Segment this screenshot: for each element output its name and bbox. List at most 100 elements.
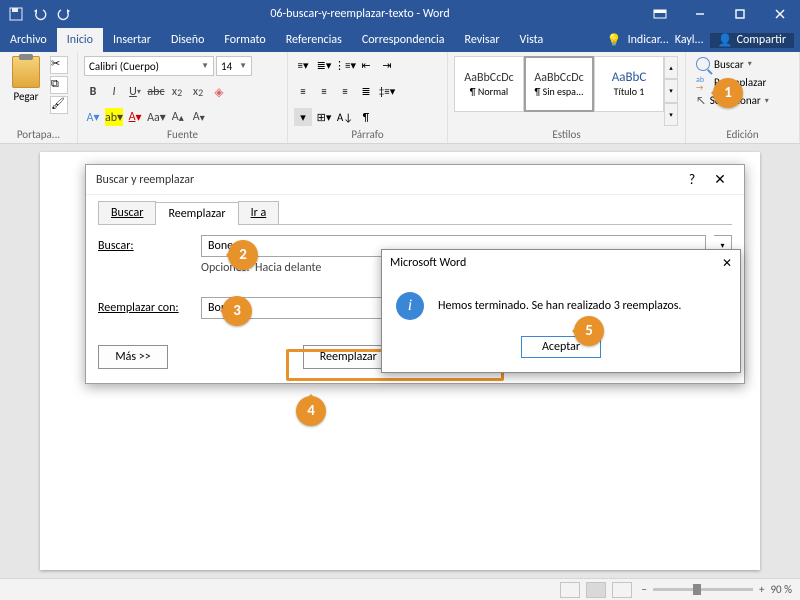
cut-button[interactable]: ✂ xyxy=(50,56,68,74)
find-icon xyxy=(696,57,710,71)
sort-button[interactable]: A↓ xyxy=(336,108,354,126)
justify-button[interactable]: ≣ xyxy=(357,82,375,100)
style-preview: AaBbCcDc xyxy=(464,71,513,85)
tab-design[interactable]: Diseño xyxy=(161,28,214,52)
decrease-indent-button[interactable]: ⇤ xyxy=(357,56,375,74)
replace-one-button[interactable]: Reemplazar xyxy=(303,345,393,369)
superscript-button[interactable]: x2 xyxy=(189,83,207,101)
callout-4: 4 xyxy=(296,396,326,426)
share-label: Compartir xyxy=(737,33,786,47)
print-layout-button[interactable] xyxy=(586,582,606,598)
tab-format[interactable]: Formato xyxy=(214,28,275,52)
underline-button[interactable]: U ▾ xyxy=(126,83,144,101)
strike-button[interactable]: abc xyxy=(147,83,165,101)
dialog-help-button[interactable]: ? xyxy=(678,171,706,188)
borders-button[interactable]: ⊞▾ xyxy=(315,108,333,126)
tab-home[interactable]: Inicio xyxy=(57,28,103,52)
tab-view[interactable]: Vista xyxy=(510,28,554,52)
style-heading1[interactable]: AaBbC Título 1 xyxy=(594,56,664,112)
callout-1: 1 xyxy=(713,78,743,108)
clear-format-button[interactable]: ◈ xyxy=(210,83,228,101)
align-right-button[interactable]: ≡ xyxy=(336,82,354,100)
show-marks-button[interactable]: ¶ xyxy=(357,108,375,126)
style-name: Título 1 xyxy=(614,85,645,98)
tab-review[interactable]: Revisar xyxy=(455,28,510,52)
dialog-tab-replace[interactable]: Reemplazar xyxy=(155,202,238,225)
replace-with-label: Reemplazar con: xyxy=(98,301,193,315)
font-color-button[interactable]: A▾ xyxy=(126,108,144,126)
dialog-tab-goto[interactable]: Ir a xyxy=(238,201,280,224)
format-painter-button[interactable]: 🖌 xyxy=(50,96,68,114)
group-font-label: Fuente xyxy=(84,126,281,141)
text-effects-button[interactable]: A▾ xyxy=(84,108,102,126)
group-clipboard-label: Portapa... xyxy=(6,126,71,141)
multilevel-button[interactable]: ⋮≡▾ xyxy=(336,56,354,74)
styles-scroll-down[interactable]: ▾ xyxy=(664,79,678,102)
dialog-close-button[interactable]: ✕ xyxy=(706,171,734,188)
save-icon[interactable] xyxy=(8,6,24,22)
paste-button[interactable]: Pegar xyxy=(6,56,46,126)
find-button[interactable]: Buscar ▾ xyxy=(692,56,773,72)
info-icon: i xyxy=(396,292,424,320)
font-size-combo[interactable]: 14▼ xyxy=(216,56,252,76)
tab-insert[interactable]: Insertar xyxy=(103,28,161,52)
callout-5: 5 xyxy=(574,316,604,346)
zoom-out-button[interactable]: − xyxy=(642,583,647,596)
user-name[interactable]: Kayl... xyxy=(675,33,704,47)
style-preview: AaBbCcDc xyxy=(534,71,583,85)
message-box: Microsoft Word ✕ i Hemos terminado. Se h… xyxy=(381,249,741,373)
tab-references[interactable]: Referencias xyxy=(276,28,352,52)
find-label: Buscar xyxy=(714,58,744,71)
group-styles-label: Estilos xyxy=(454,126,679,141)
share-button[interactable]: 👤 Compartir xyxy=(710,33,794,48)
msgbox-title: Microsoft Word xyxy=(390,256,722,270)
close-button[interactable] xyxy=(760,0,800,28)
style-normal[interactable]: AaBbCcDc ¶ Normal xyxy=(454,56,524,112)
dialog-tab-find[interactable]: Buscar xyxy=(98,201,156,224)
undo-icon[interactable] xyxy=(32,6,48,22)
font-name-combo[interactable]: Calibri (Cuerpo)▼ xyxy=(84,56,214,76)
subscript-button[interactable]: x2 xyxy=(168,83,186,101)
tell-me-icon[interactable]: 💡 xyxy=(607,33,622,48)
italic-button[interactable]: I xyxy=(105,83,123,101)
numbering-button[interactable]: ≣▾ xyxy=(315,56,333,74)
zoom-in-button[interactable]: + xyxy=(759,583,764,596)
ribbon-tabs: Archivo Inicio Insertar Diseño Formato R… xyxy=(0,28,800,52)
maximize-button[interactable] xyxy=(720,0,760,28)
callout-2: 2 xyxy=(228,240,258,270)
highlight-button[interactable]: ab▾ xyxy=(105,108,123,126)
more-button[interactable]: Más >> xyxy=(98,345,168,369)
copy-button[interactable]: ⧉ xyxy=(50,76,68,94)
align-center-button[interactable]: ≡ xyxy=(315,82,333,100)
redo-icon[interactable] xyxy=(56,6,72,22)
bullets-button[interactable]: ≡▾ xyxy=(294,56,312,74)
msgbox-close-button[interactable]: ✕ xyxy=(722,256,732,271)
tab-file[interactable]: Archivo xyxy=(0,28,57,52)
ribbon-options-icon[interactable] xyxy=(640,0,680,28)
window-title: 06-buscar-y-reemplazar-texto - Word xyxy=(80,7,640,21)
group-paragraph-label: Párrafo xyxy=(294,126,441,141)
callout-3: 3 xyxy=(222,296,252,326)
tab-mail[interactable]: Correspondencia xyxy=(352,28,455,52)
find-label: Buscar: xyxy=(98,239,193,253)
styles-expand[interactable]: ▾ xyxy=(664,103,678,126)
style-no-spacing[interactable]: AaBbCcDc ¶ Sin espa... xyxy=(524,56,594,112)
web-layout-button[interactable] xyxy=(612,582,632,598)
style-preview: AaBbC xyxy=(612,70,647,85)
change-case-button[interactable]: Aa▾ xyxy=(147,108,166,126)
align-left-button[interactable]: ≡ xyxy=(294,82,312,100)
shading-button[interactable]: ▾ xyxy=(294,108,312,126)
read-mode-button[interactable] xyxy=(560,582,580,598)
shrink-font-button[interactable]: A▾ xyxy=(190,108,208,126)
styles-scroll-up[interactable]: ▴ xyxy=(664,56,678,79)
tell-me-input[interactable]: Indicar... xyxy=(628,33,669,47)
zoom-slider[interactable] xyxy=(653,588,753,591)
paste-icon xyxy=(12,56,40,88)
minimize-button[interactable] xyxy=(680,0,720,28)
zoom-value[interactable]: 90 % xyxy=(770,583,792,596)
line-spacing-button[interactable]: ‡≡▾ xyxy=(378,82,396,100)
bold-button[interactable]: B xyxy=(84,83,102,101)
increase-indent-button[interactable]: ⇥ xyxy=(378,56,396,74)
grow-font-button[interactable]: A▴ xyxy=(169,108,187,126)
font-name-value: Calibri (Cuerpo) xyxy=(89,60,159,73)
